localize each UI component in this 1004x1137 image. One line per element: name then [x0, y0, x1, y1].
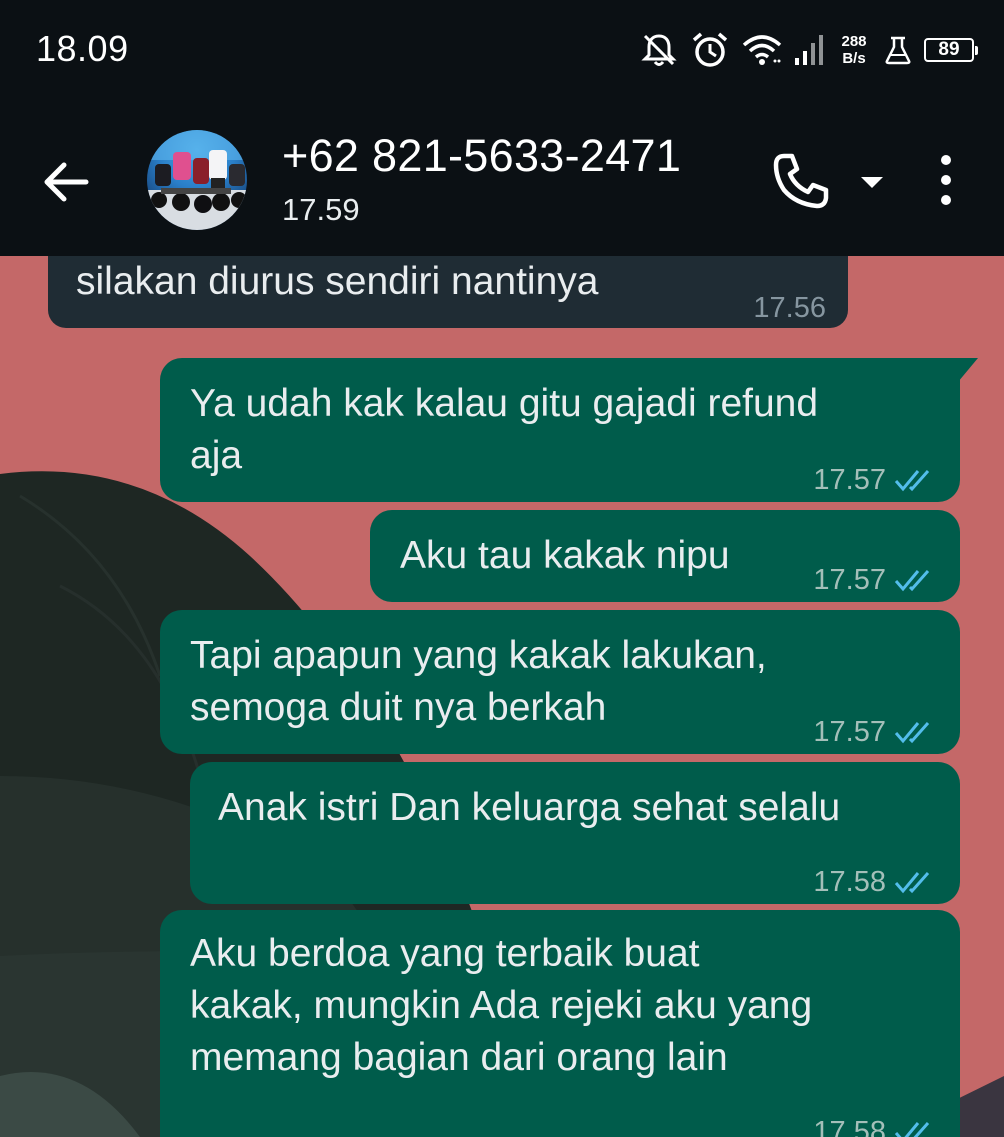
net-speed-unit: B/s: [842, 50, 866, 67]
message-outgoing[interactable]: Ya udah kak kalau gitu gajadi refund aja…: [160, 358, 978, 502]
net-speed-value: 288: [841, 33, 867, 50]
more-vert-icon[interactable]: [926, 152, 966, 208]
status-time: 18.09: [36, 28, 129, 69]
chat-area[interactable]: silakan diurus sendiri nantinya 17.56 Ya…: [0, 256, 1004, 1137]
last-seen: 17.59: [282, 192, 360, 227]
signal-icon: [795, 35, 823, 65]
message-meta: 17.58: [813, 856, 938, 908]
message-time: 17.56: [753, 292, 826, 324]
message-text-line: kakak, mungkin Ada rejeki aku yang: [190, 984, 813, 1027]
message-text-line: Tapi apapun yang kakak lakukan,: [190, 634, 767, 677]
phone-icon[interactable]: [770, 150, 832, 212]
message-incoming[interactable]: silakan diurus sendiri nantinya 17.56: [48, 256, 848, 328]
message-outgoing[interactable]: Aku berdoa yang terbaik buat kakak, mung…: [160, 910, 960, 1137]
status-icons: 288 B/s 89: [640, 26, 978, 74]
chevron-down-icon[interactable]: [856, 166, 888, 198]
avatar[interactable]: [147, 130, 247, 230]
message-text-line: semoga duit nya berkah: [190, 686, 607, 729]
message-text-line: memang bagian dari orang lain: [190, 1036, 728, 1079]
read-double-tick-icon: [894, 470, 930, 492]
message-meta: 17.57: [813, 554, 938, 606]
message-text-line: Ya udah kak kalau gitu gajadi refund: [190, 382, 819, 425]
avatar-image: [147, 130, 247, 230]
bubble-tail: [958, 358, 978, 382]
message-time: 17.57: [813, 716, 886, 748]
message-time: 17.58: [813, 1116, 886, 1137]
chat-header: +62 821-5633-2471 17.59: [0, 100, 1004, 256]
message-text: Anak istri Dan keluarga sehat selalu: [218, 786, 841, 829]
message-meta: 17.57: [813, 706, 938, 758]
battery-icon: 89: [924, 38, 978, 62]
wifi-icon: [742, 35, 782, 65]
message-meta: 17.57: [813, 454, 938, 506]
alarm-icon: [692, 32, 728, 67]
message-meta: 17.56: [753, 282, 826, 334]
read-double-tick-icon: [894, 872, 930, 894]
back-arrow-icon[interactable]: [36, 152, 96, 212]
message-text-line: Aku berdoa yang terbaik buat: [190, 932, 700, 975]
read-double-tick-icon: [894, 722, 930, 744]
message-meta: 17.58: [813, 1106, 938, 1137]
message-time: 17.57: [813, 564, 886, 596]
flask-icon: [885, 36, 911, 65]
message-outgoing[interactable]: Tapi apapun yang kakak lakukan, semoga d…: [160, 610, 960, 754]
message-text-line: aja: [190, 434, 243, 477]
message-outgoing[interactable]: Aku tau kakak nipu 17.57: [370, 510, 960, 602]
message-text: Aku tau kakak nipu: [400, 534, 730, 577]
message-time: 17.58: [813, 866, 886, 898]
message-time: 17.57: [813, 464, 886, 496]
mute-bell-icon: [641, 34, 677, 66]
message-text: silakan diurus sendiri nantinya: [76, 260, 599, 303]
contact-name[interactable]: +62 821-5633-2471: [282, 130, 681, 182]
read-double-tick-icon: [894, 1122, 930, 1137]
read-double-tick-icon: [894, 570, 930, 592]
message-outgoing[interactable]: Anak istri Dan keluarga sehat selalu 17.…: [190, 762, 960, 904]
status-bar: 18.09 288 B/s 89: [0, 0, 1004, 100]
net-speed: 288 B/s: [836, 33, 872, 67]
